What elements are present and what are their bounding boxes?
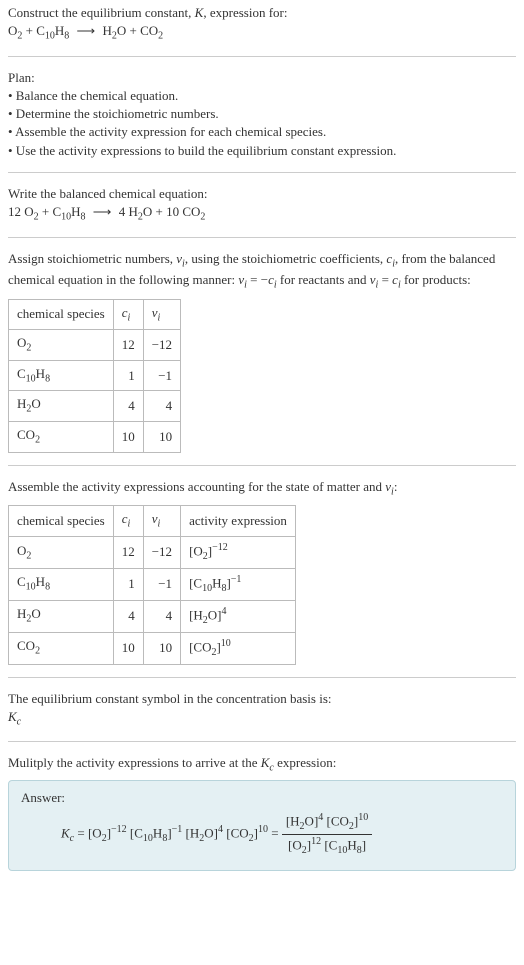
- col-activity: activity expression: [181, 506, 296, 537]
- intro-text-1: Construct the equilibrium constant,: [8, 5, 195, 20]
- col-nui: νi: [143, 506, 180, 537]
- plan-bullet-4: • Use the activity expressions to build …: [8, 142, 516, 160]
- table-row: O2 12 −12 [O2]−12: [9, 536, 296, 568]
- col-nui: νi: [143, 299, 180, 330]
- species-h2o: H2O: [102, 23, 126, 38]
- arrow-icon: ⟶: [89, 204, 116, 219]
- table-row: CO2 10 10: [9, 422, 181, 453]
- col-ci: ci: [113, 299, 143, 330]
- divider: [8, 172, 516, 173]
- kc-prompt: The equilibrium constant symbol in the c…: [8, 690, 516, 708]
- answer-label: Answer:: [21, 789, 503, 807]
- assign-text: Assign stoichiometric numbers, νi, using…: [8, 250, 516, 293]
- table-header-row: chemical species ci νi activity expressi…: [9, 506, 296, 537]
- arrow-icon: ⟶: [73, 23, 100, 38]
- divider: [8, 741, 516, 742]
- divider: [8, 677, 516, 678]
- divider: [8, 237, 516, 238]
- answer-equation: Kc = [O2]−12 [C10H8]−1 [H2O]4 [CO2]10 = …: [21, 807, 503, 858]
- fraction-denominator: [O2]12 [C10H8]: [282, 835, 372, 858]
- intro-text-2: , expression for:: [203, 5, 287, 20]
- fraction-numerator: [H2O]4 [CO2]10: [282, 811, 372, 835]
- unbalanced-equation: O2 + C10H8 ⟶ H2O + CO2: [8, 22, 516, 44]
- plan-block: Plan: • Balance the chemical equation. •…: [8, 69, 516, 160]
- activity-table: chemical species ci νi activity expressi…: [8, 505, 296, 664]
- kc-symbol-block: The equilibrium constant symbol in the c…: [8, 690, 516, 730]
- col-species: chemical species: [9, 506, 114, 537]
- divider: [8, 465, 516, 466]
- assemble-prompt: Assemble the activity expressions accoun…: [8, 478, 516, 500]
- table-row: H2O 4 4: [9, 391, 181, 422]
- multiply-prompt: Mulitply the activity expressions to arr…: [8, 754, 516, 776]
- balanced-equation: 12 O2 + C10H8 ⟶ 4 H2O + 10 CO2: [8, 203, 516, 225]
- species-o2: O2: [8, 23, 22, 38]
- table-header-row: chemical species ci νi: [9, 299, 181, 330]
- col-species: chemical species: [9, 299, 114, 330]
- plan-bullet-1: • Balance the chemical equation.: [8, 87, 516, 105]
- table-row: H2O 4 4 [H2O]4: [9, 600, 296, 632]
- answer-box: Answer: Kc = [O2]−12 [C10H8]−1 [H2O]4 [C…: [8, 780, 516, 871]
- species-c10h8: C10H8: [52, 204, 85, 219]
- table-row: O2 12 −12: [9, 330, 181, 361]
- table-row: C10H8 1 −1 [C10H8]−1: [9, 568, 296, 600]
- intro-block: Construct the equilibrium constant, K, e…: [8, 4, 516, 22]
- plan-bullet-3: • Assemble the activity expression for e…: [8, 123, 516, 141]
- col-ci: ci: [113, 506, 143, 537]
- species-h2o: H2O: [128, 204, 152, 219]
- species-co2: CO2: [140, 23, 163, 38]
- plan-title: Plan:: [8, 69, 516, 87]
- species-co2: CO2: [182, 204, 205, 219]
- kc-symbol: Kc: [8, 708, 516, 730]
- table-row: C10H8 1 −1: [9, 360, 181, 391]
- fraction: [H2O]4 [CO2]10 [O2]12 [C10H8]: [282, 811, 372, 858]
- divider: [8, 56, 516, 57]
- stoich-table: chemical species ci νi O2 12 −12 C10H8 1…: [8, 299, 181, 453]
- plan-bullet-2: • Determine the stoichiometric numbers.: [8, 105, 516, 123]
- species-o2: O2: [24, 204, 38, 219]
- balanced-prompt: Write the balanced chemical equation:: [8, 185, 516, 203]
- species-c10h8: C10H8: [36, 23, 69, 38]
- table-row: CO2 10 10 [CO2]10: [9, 632, 296, 664]
